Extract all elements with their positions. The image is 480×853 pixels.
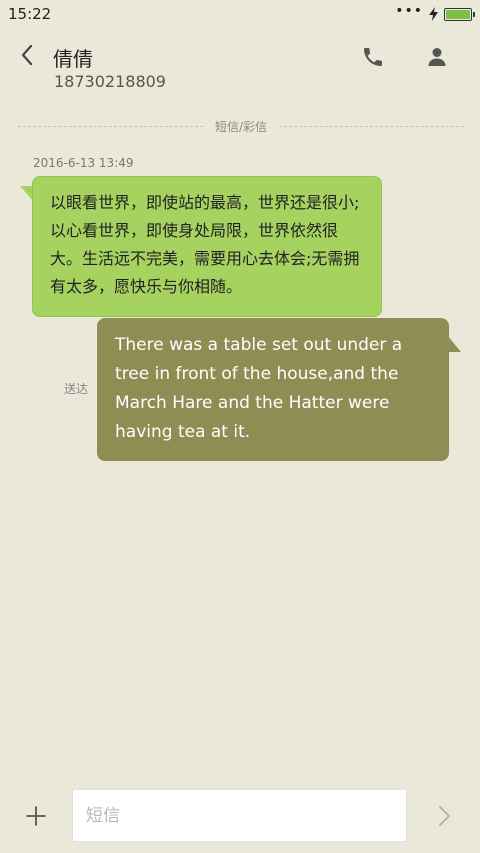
contact-phone-number: 18730218809	[54, 72, 166, 91]
message-composer	[0, 788, 480, 844]
plus-icon[interactable]	[24, 804, 48, 828]
status-time: 15:22	[8, 5, 52, 23]
chevron-left-icon[interactable]	[16, 42, 40, 68]
message-timestamp: 2016-6-13 13:49	[33, 156, 134, 170]
charging-icon	[429, 7, 438, 21]
conversation-header: 倩倩 18730218809	[0, 28, 480, 100]
phone-icon[interactable]	[361, 45, 385, 69]
contact-name: 倩倩	[53, 47, 93, 71]
chevron-right-icon[interactable]	[432, 804, 456, 828]
divider-line-right	[279, 125, 465, 127]
status-indicators: •••	[395, 3, 475, 21]
delivery-status: 送达	[64, 382, 89, 396]
message-type-divider: 短信/彩信	[18, 118, 465, 134]
person-icon[interactable]	[425, 45, 449, 69]
divider-line-left	[18, 125, 203, 127]
incoming-message-bubble[interactable]: 以眼看世界，即使站的最高，世界还是很小;以心看世界，即使身处局限，世界依然很大。…	[32, 176, 382, 317]
battery-level	[446, 9, 470, 19]
message-input[interactable]	[72, 789, 407, 842]
divider-label: 短信/彩信	[214, 119, 268, 134]
more-notifications-icon: •••	[395, 3, 423, 19]
outgoing-message-bubble[interactable]: There was a table set out under a tree i…	[97, 318, 449, 461]
conversation-screen: 15:22 ••• 倩倩 18730218809 短信/彩信 2016-6-13…	[0, 0, 480, 853]
status-bar: 15:22 •••	[0, 0, 480, 28]
battery-icon	[444, 7, 475, 21]
